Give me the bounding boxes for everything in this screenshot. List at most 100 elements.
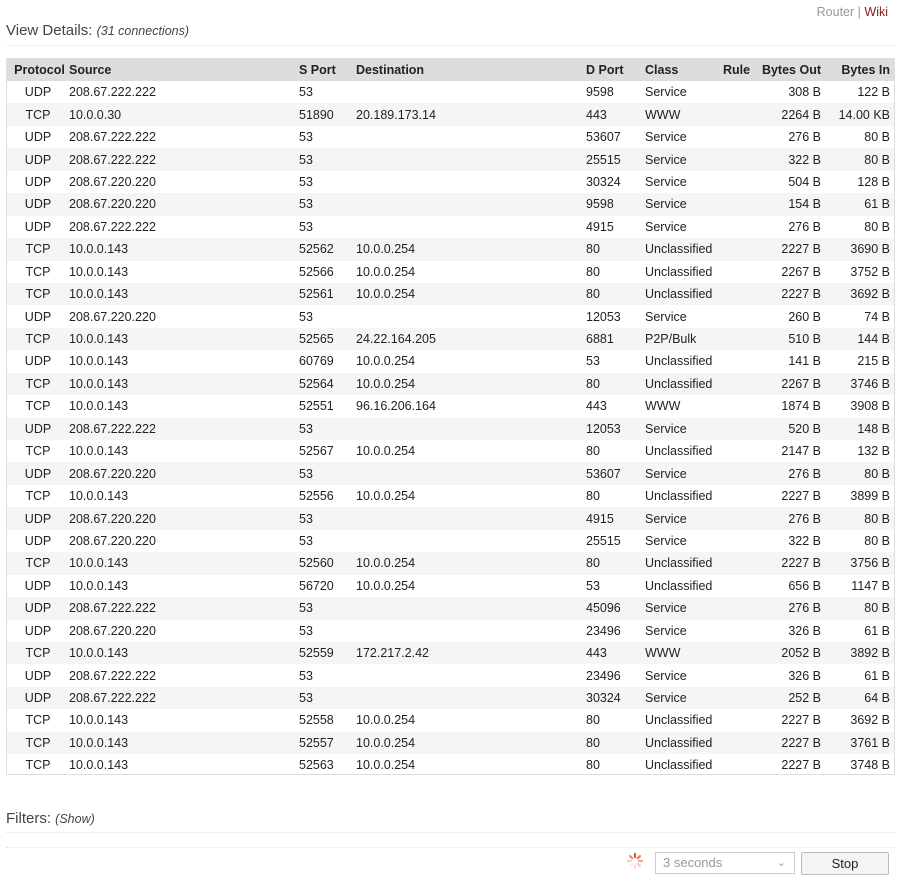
cell-bytes-in: 1147 B [851, 578, 890, 593]
cell-destination: 20.189.173.14 [356, 107, 436, 122]
cell-bytes-out: 2227 B [781, 287, 821, 302]
cell-destination: 96.16.206.164 [356, 399, 436, 414]
refresh-interval-value: 3 seconds [663, 855, 723, 870]
cell-bytes-in: 80 B [864, 466, 890, 481]
cell-class: Unclassified [645, 287, 713, 302]
cell-protocol: UDP [24, 466, 52, 481]
cell-protocol: UDP [24, 421, 52, 436]
cell-bytes-out: 2227 B [781, 713, 821, 728]
router-link[interactable]: Router [817, 5, 855, 19]
cell-bytes-out: 276 B [788, 219, 821, 234]
cell-rule [723, 328, 759, 350]
cell-class: WWW [645, 107, 681, 122]
cell-d-port: 30324 [586, 174, 621, 189]
table-row: TCP 10.0.0.143 52564 10.0.0.254 80 Unclassifi… [7, 372, 894, 396]
cell-d-port: 80 [586, 735, 600, 750]
cell-d-port: 443 [586, 107, 607, 122]
cell-bytes-in: 132 B [857, 444, 890, 459]
cell-rule [723, 754, 759, 776]
cell-d-port: 25515 [586, 152, 621, 167]
table-row: UDP 208.67.220.220 53 25515 Service 322 B 80 B [7, 530, 894, 552]
column-header-source[interactable]: Source [69, 59, 299, 81]
cell-s-port: 52558 [299, 713, 334, 728]
column-header-bytes-in[interactable]: Bytes In [825, 59, 894, 81]
cell-rule [723, 642, 759, 664]
cell-rule [723, 216, 759, 238]
cell-source: 10.0.0.143 [69, 444, 129, 459]
cell-protocol: TCP [25, 489, 51, 504]
cell-class: Service [645, 152, 687, 167]
cell-bytes-in: 215 B [857, 354, 890, 369]
cell-d-port: 45096 [586, 601, 621, 616]
cell-source: 208.67.222.222 [69, 85, 156, 100]
cell-s-port: 53 [299, 601, 313, 616]
cell-source: 208.67.222.222 [69, 668, 156, 683]
refresh-interval-select[interactable]: 3 seconds ⌄ [655, 852, 795, 874]
cell-bytes-out: 141 B [788, 354, 821, 369]
column-header-d-port[interactable]: D Port [586, 59, 645, 81]
cell-class: Unclassified [645, 735, 713, 750]
cell-rule [723, 485, 759, 507]
cell-d-port: 53607 [586, 466, 621, 481]
cell-rule [723, 440, 759, 462]
table-row: UDP 10.0.0.143 60769 10.0.0.254 53 Unclassifi… [7, 350, 894, 372]
cell-class: Service [645, 174, 687, 189]
cell-d-port: 23496 [586, 668, 621, 683]
cell-rule [723, 171, 759, 193]
cell-rule [723, 81, 759, 103]
cell-protocol: UDP [24, 511, 52, 526]
cell-d-port: 53 [586, 354, 600, 369]
cell-bytes-in: 3899 B [850, 489, 890, 504]
column-header-s-port[interactable]: S Port [299, 59, 356, 81]
cell-class: Service [645, 691, 687, 706]
cell-destination: 10.0.0.254 [356, 758, 416, 773]
table-row: TCP 10.0.0.143 52563 10.0.0.254 80 Unclassifi… [7, 754, 894, 776]
stop-button[interactable]: Stop [801, 852, 889, 875]
cell-bytes-out: 326 B [788, 668, 821, 683]
chevron-down-icon: ⌄ [776, 857, 786, 869]
cell-rule [723, 373, 759, 395]
column-header-bytes-out[interactable]: Bytes Out [759, 59, 825, 81]
column-header-protocol[interactable]: Protocol [7, 59, 69, 81]
cell-s-port: 53 [299, 130, 313, 145]
cell-rule [723, 620, 759, 642]
cell-destination [356, 126, 586, 148]
cell-destination: 10.0.0.254 [356, 354, 416, 369]
cell-bytes-in: 3692 B [850, 713, 890, 728]
cell-d-port: 12053 [586, 421, 621, 436]
column-header-class[interactable]: Class [645, 59, 723, 81]
cell-bytes-out: 276 B [788, 511, 821, 526]
cell-source: 10.0.0.143 [69, 354, 129, 369]
cell-d-port: 80 [586, 264, 600, 279]
cell-s-port: 52565 [299, 332, 334, 347]
column-header-rule[interactable]: Rule [723, 59, 759, 81]
table-row: TCP 10.0.0.143 52557 10.0.0.254 80 Unclassifi… [7, 731, 894, 755]
cell-protocol: UDP [24, 152, 52, 167]
wiki-link[interactable]: Wiki [864, 5, 888, 19]
filters-show-link[interactable]: (Show) [55, 812, 95, 826]
cell-bytes-in: 80 B [864, 601, 890, 616]
table-row: UDP 208.67.222.222 53 12053 Service 520 B 148 … [7, 417, 894, 440]
cell-source: 208.67.222.222 [69, 421, 156, 436]
cell-d-port: 6881 [586, 332, 614, 347]
cell-s-port: 52561 [299, 287, 334, 302]
cell-protocol: TCP [25, 556, 51, 571]
cell-class: Unclassified [645, 444, 713, 459]
cell-protocol: UDP [24, 219, 52, 234]
cell-bytes-out: 2227 B [781, 489, 821, 504]
cell-d-port: 443 [586, 646, 607, 661]
cell-d-port: 80 [586, 556, 600, 571]
cell-class: Service [645, 623, 687, 638]
cell-rule [723, 261, 759, 283]
cell-rule [723, 552, 759, 574]
cell-rule [723, 507, 759, 529]
cell-source: 208.67.222.222 [69, 152, 156, 167]
cell-protocol: UDP [24, 668, 52, 683]
connection-count: (31 connections) [96, 24, 190, 38]
column-header-destination[interactable]: Destination [356, 59, 586, 81]
cell-source: 10.0.0.143 [69, 758, 129, 773]
cell-class: Service [645, 219, 687, 234]
cell-class: Unclassified [645, 264, 713, 279]
cell-source: 10.0.0.143 [69, 489, 129, 504]
cell-class: P2P/Bulk [645, 332, 697, 347]
